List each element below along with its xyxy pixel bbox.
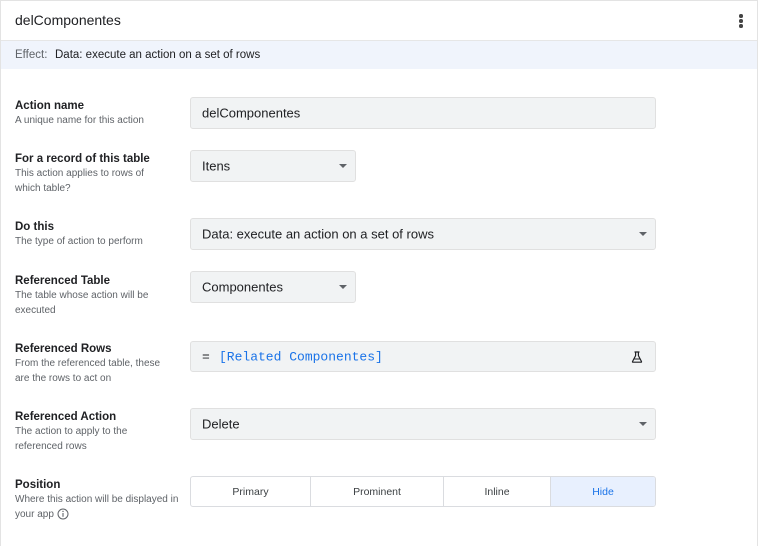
info-icon[interactable] [57, 508, 69, 520]
action-title: delComponentes [15, 12, 121, 28]
do-this-label: Do this The type of action to perform [15, 220, 175, 250]
for-record-subtitle: This action applies to rows of which tab… [15, 168, 144, 194]
referenced-table-subtitle: The table whose action will be executed [15, 290, 149, 316]
expression-code: [Related Componentes] [219, 349, 383, 364]
for-record-title: For a record of this table [15, 153, 150, 165]
action-editor-panel: delComponentes Effect: Data: execute an … [0, 0, 758, 546]
referenced-rows-title: Referenced Rows [15, 343, 112, 355]
position-subtitle-text: Where this action will be displayed in y… [15, 494, 179, 520]
referenced-table-title: Referenced Table [15, 275, 111, 287]
action-name-subtitle: A unique name for this action [15, 115, 144, 126]
chevron-down-icon [339, 285, 347, 289]
referenced-table-select[interactable]: Componentes [190, 271, 356, 303]
equals-sign: = [202, 349, 210, 364]
effect-banner: Effect: Data: execute an action on a set… [1, 41, 757, 69]
for-record-label: For a record of this table This action a… [15, 152, 175, 196]
effect-value: Data: execute an action on a set of rows [55, 49, 261, 61]
position-option-primary[interactable]: Primary [191, 477, 311, 506]
header: delComponentes [1, 1, 757, 41]
referenced-rows-expression[interactable]: = [Related Componentes] [190, 341, 656, 372]
for-record-select[interactable]: Itens [190, 150, 356, 182]
for-record-value: Itens [202, 158, 231, 174]
action-name-label: Action name A unique name for this actio… [15, 99, 175, 129]
effect-label: Effect: [15, 49, 48, 61]
chevron-down-icon [639, 422, 647, 426]
referenced-action-select[interactable]: Delete [190, 408, 656, 440]
referenced-table-value: Componentes [202, 279, 283, 295]
flask-icon[interactable] [631, 350, 643, 363]
action-name-value: delComponentes [202, 105, 301, 121]
referenced-action-value: Delete [202, 416, 240, 432]
more-vertical-icon[interactable] [735, 12, 747, 30]
position-option-inline[interactable]: Inline [444, 477, 551, 506]
action-name-title: Action name [15, 100, 85, 112]
referenced-rows-subtitle: From the referenced table, these are the… [15, 358, 161, 384]
position-label: Position Where this action will be displ… [15, 478, 178, 522]
position-option-prominent[interactable]: Prominent [311, 477, 444, 506]
action-name-input[interactable]: delComponentes [190, 97, 656, 129]
referenced-action-title: Referenced Action [15, 411, 117, 423]
do-this-subtitle: The type of action to perform [15, 236, 143, 247]
do-this-title: Do this [15, 221, 54, 233]
position-option-hide[interactable]: Hide [551, 477, 655, 506]
referenced-table-label: Referenced Table The table whose action … [15, 274, 175, 318]
referenced-action-subtitle: The action to apply to the referenced ro… [15, 426, 128, 452]
position-title: Position [15, 479, 61, 491]
do-this-select[interactable]: Data: execute an action on a set of rows [190, 218, 656, 250]
referenced-action-label: Referenced Action The action to apply to… [15, 410, 175, 454]
referenced-rows-label: Referenced Rows From the referenced tabl… [15, 342, 175, 386]
do-this-value: Data: execute an action on a set of rows [202, 226, 434, 242]
chevron-down-icon [639, 232, 647, 236]
position-segmented-control: Primary Prominent Inline Hide [190, 476, 656, 507]
chevron-down-icon [339, 164, 347, 168]
position-subtitle: Where this action will be displayed in y… [15, 493, 180, 522]
